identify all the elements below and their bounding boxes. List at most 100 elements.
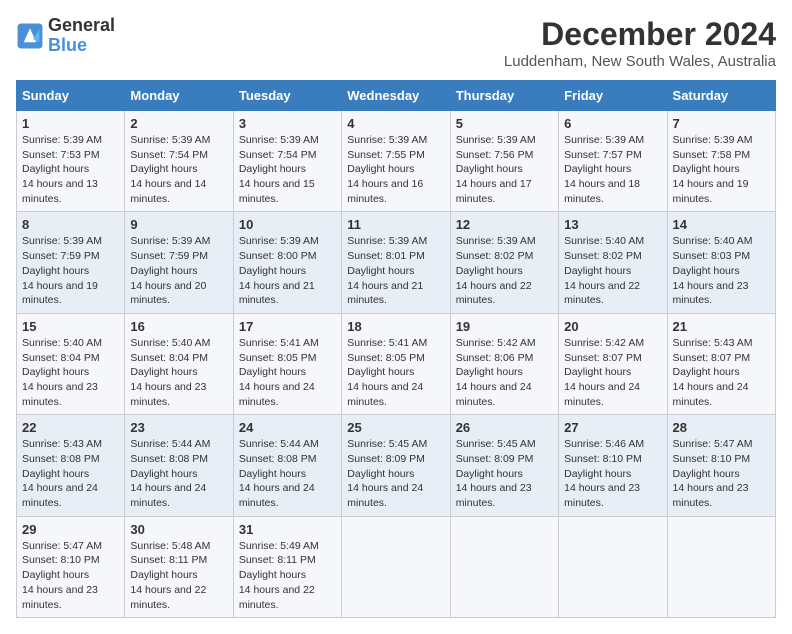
day-detail: Sunrise: 5:43 AM Sunset: 8:08 PM Dayligh… — [22, 437, 119, 510]
day-number: 6 — [564, 116, 661, 131]
calendar-cell — [342, 516, 450, 617]
day-detail: Sunrise: 5:46 AM Sunset: 8:10 PM Dayligh… — [564, 437, 661, 510]
calendar-cell — [559, 516, 667, 617]
day-number: 26 — [456, 420, 553, 435]
calendar-cell: 3 Sunrise: 5:39 AM Sunset: 7:54 PM Dayli… — [233, 111, 341, 212]
calendar-cell: 21 Sunrise: 5:43 AM Sunset: 8:07 PM Dayl… — [667, 313, 775, 414]
calendar-cell: 11 Sunrise: 5:39 AM Sunset: 8:01 PM Dayl… — [342, 212, 450, 313]
day-number: 17 — [239, 319, 336, 334]
calendar-cell: 30 Sunrise: 5:48 AM Sunset: 8:11 PM Dayl… — [125, 516, 233, 617]
day-number: 2 — [130, 116, 227, 131]
calendar-cell: 24 Sunrise: 5:44 AM Sunset: 8:08 PM Dayl… — [233, 415, 341, 516]
calendar-subtitle: Luddenham, New South Wales, Australia — [504, 53, 776, 70]
day-detail: Sunrise: 5:45 AM Sunset: 8:09 PM Dayligh… — [347, 437, 444, 510]
day-detail: Sunrise: 5:40 AM Sunset: 8:02 PM Dayligh… — [564, 234, 661, 307]
day-number: 25 — [347, 420, 444, 435]
calendar-cell: 6 Sunrise: 5:39 AM Sunset: 7:57 PM Dayli… — [559, 111, 667, 212]
calendar-cell: 22 Sunrise: 5:43 AM Sunset: 8:08 PM Dayl… — [17, 415, 125, 516]
day-number: 23 — [130, 420, 227, 435]
calendar-cell: 19 Sunrise: 5:42 AM Sunset: 8:06 PM Dayl… — [450, 313, 558, 414]
header-monday: Monday — [125, 81, 233, 111]
calendar-cell: 23 Sunrise: 5:44 AM Sunset: 8:08 PM Dayl… — [125, 415, 233, 516]
calendar-week-5: 29 Sunrise: 5:47 AM Sunset: 8:10 PM Dayl… — [17, 516, 776, 617]
calendar-cell: 14 Sunrise: 5:40 AM Sunset: 8:03 PM Dayl… — [667, 212, 775, 313]
day-number: 7 — [673, 116, 770, 131]
header-sunday: Sunday — [17, 81, 125, 111]
calendar-cell: 17 Sunrise: 5:41 AM Sunset: 8:05 PM Dayl… — [233, 313, 341, 414]
header-wednesday: Wednesday — [342, 81, 450, 111]
day-detail: Sunrise: 5:41 AM Sunset: 8:05 PM Dayligh… — [347, 336, 444, 409]
day-number: 19 — [456, 319, 553, 334]
day-detail: Sunrise: 5:41 AM Sunset: 8:05 PM Dayligh… — [239, 336, 336, 409]
day-detail: Sunrise: 5:44 AM Sunset: 8:08 PM Dayligh… — [130, 437, 227, 510]
calendar-week-3: 15 Sunrise: 5:40 AM Sunset: 8:04 PM Dayl… — [17, 313, 776, 414]
calendar-cell: 16 Sunrise: 5:40 AM Sunset: 8:04 PM Dayl… — [125, 313, 233, 414]
calendar-cell: 15 Sunrise: 5:40 AM Sunset: 8:04 PM Dayl… — [17, 313, 125, 414]
day-number: 31 — [239, 522, 336, 537]
calendar-week-2: 8 Sunrise: 5:39 AM Sunset: 7:59 PM Dayli… — [17, 212, 776, 313]
header-saturday: Saturday — [667, 81, 775, 111]
page-container: General Blue December 2024 Luddenham, Ne… — [16, 16, 776, 618]
day-detail: Sunrise: 5:43 AM Sunset: 8:07 PM Dayligh… — [673, 336, 770, 409]
logo-text: General Blue — [48, 16, 115, 56]
day-number: 21 — [673, 319, 770, 334]
calendar-cell — [667, 516, 775, 617]
day-detail: Sunrise: 5:39 AM Sunset: 7:59 PM Dayligh… — [130, 234, 227, 307]
calendar-table: Sunday Monday Tuesday Wednesday Thursday… — [16, 80, 776, 618]
day-detail: Sunrise: 5:39 AM Sunset: 8:00 PM Dayligh… — [239, 234, 336, 307]
day-number: 28 — [673, 420, 770, 435]
header-thursday: Thursday — [450, 81, 558, 111]
calendar-cell: 7 Sunrise: 5:39 AM Sunset: 7:58 PM Dayli… — [667, 111, 775, 212]
day-number: 4 — [347, 116, 444, 131]
day-detail: Sunrise: 5:39 AM Sunset: 8:01 PM Dayligh… — [347, 234, 444, 307]
day-detail: Sunrise: 5:42 AM Sunset: 8:06 PM Dayligh… — [456, 336, 553, 409]
header-row: Sunday Monday Tuesday Wednesday Thursday… — [17, 81, 776, 111]
day-detail: Sunrise: 5:39 AM Sunset: 7:58 PM Dayligh… — [673, 133, 770, 206]
day-number: 14 — [673, 217, 770, 232]
day-detail: Sunrise: 5:39 AM Sunset: 7:53 PM Dayligh… — [22, 133, 119, 206]
day-number: 15 — [22, 319, 119, 334]
day-detail: Sunrise: 5:39 AM Sunset: 7:59 PM Dayligh… — [22, 234, 119, 307]
day-detail: Sunrise: 5:39 AM Sunset: 7:55 PM Dayligh… — [347, 133, 444, 206]
day-number: 16 — [130, 319, 227, 334]
day-detail: Sunrise: 5:44 AM Sunset: 8:08 PM Dayligh… — [239, 437, 336, 510]
day-number: 5 — [456, 116, 553, 131]
calendar-cell: 29 Sunrise: 5:47 AM Sunset: 8:10 PM Dayl… — [17, 516, 125, 617]
calendar-title: December 2024 — [504, 16, 776, 53]
day-detail: Sunrise: 5:47 AM Sunset: 8:10 PM Dayligh… — [22, 539, 119, 612]
calendar-cell: 9 Sunrise: 5:39 AM Sunset: 7:59 PM Dayli… — [125, 212, 233, 313]
logo-icon — [16, 22, 44, 50]
day-detail: Sunrise: 5:49 AM Sunset: 8:11 PM Dayligh… — [239, 539, 336, 612]
calendar-cell: 13 Sunrise: 5:40 AM Sunset: 8:02 PM Dayl… — [559, 212, 667, 313]
calendar-cell: 12 Sunrise: 5:39 AM Sunset: 8:02 PM Dayl… — [450, 212, 558, 313]
header-friday: Friday — [559, 81, 667, 111]
day-number: 30 — [130, 522, 227, 537]
calendar-cell: 5 Sunrise: 5:39 AM Sunset: 7:56 PM Dayli… — [450, 111, 558, 212]
calendar-cell: 2 Sunrise: 5:39 AM Sunset: 7:54 PM Dayli… — [125, 111, 233, 212]
calendar-cell — [450, 516, 558, 617]
day-number: 10 — [239, 217, 336, 232]
calendar-cell: 8 Sunrise: 5:39 AM Sunset: 7:59 PM Dayli… — [17, 212, 125, 313]
day-number: 13 — [564, 217, 661, 232]
calendar-cell: 20 Sunrise: 5:42 AM Sunset: 8:07 PM Dayl… — [559, 313, 667, 414]
calendar-cell: 25 Sunrise: 5:45 AM Sunset: 8:09 PM Dayl… — [342, 415, 450, 516]
day-detail: Sunrise: 5:47 AM Sunset: 8:10 PM Dayligh… — [673, 437, 770, 510]
calendar-week-4: 22 Sunrise: 5:43 AM Sunset: 8:08 PM Dayl… — [17, 415, 776, 516]
calendar-cell: 27 Sunrise: 5:46 AM Sunset: 8:10 PM Dayl… — [559, 415, 667, 516]
day-detail: Sunrise: 5:40 AM Sunset: 8:04 PM Dayligh… — [130, 336, 227, 409]
day-number: 24 — [239, 420, 336, 435]
calendar-cell: 4 Sunrise: 5:39 AM Sunset: 7:55 PM Dayli… — [342, 111, 450, 212]
calendar-cell: 1 Sunrise: 5:39 AM Sunset: 7:53 PM Dayli… — [17, 111, 125, 212]
day-number: 1 — [22, 116, 119, 131]
day-number: 29 — [22, 522, 119, 537]
calendar-week-1: 1 Sunrise: 5:39 AM Sunset: 7:53 PM Dayli… — [17, 111, 776, 212]
day-number: 9 — [130, 217, 227, 232]
day-number: 22 — [22, 420, 119, 435]
calendar-cell: 28 Sunrise: 5:47 AM Sunset: 8:10 PM Dayl… — [667, 415, 775, 516]
day-detail: Sunrise: 5:45 AM Sunset: 8:09 PM Dayligh… — [456, 437, 553, 510]
day-detail: Sunrise: 5:39 AM Sunset: 7:56 PM Dayligh… — [456, 133, 553, 206]
header-tuesday: Tuesday — [233, 81, 341, 111]
day-detail: Sunrise: 5:39 AM Sunset: 7:57 PM Dayligh… — [564, 133, 661, 206]
day-detail: Sunrise: 5:40 AM Sunset: 8:04 PM Dayligh… — [22, 336, 119, 409]
day-number: 3 — [239, 116, 336, 131]
